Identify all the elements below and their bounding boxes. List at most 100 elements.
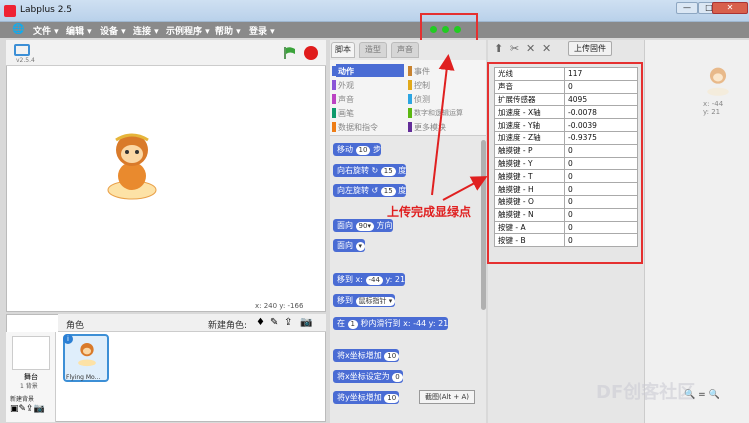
- zoom-reset-icon[interactable]: =: [698, 390, 706, 400]
- sensor-value: 0: [564, 194, 638, 209]
- block-change-x[interactable]: 将x坐标增加 10: [333, 349, 400, 362]
- block-text: 面向: [337, 241, 353, 250]
- sensor-value: 0: [564, 79, 638, 94]
- sensor-value: 0: [564, 207, 638, 222]
- block-glide[interactable]: 在 1 秒内滑行到 x: -44 y: 21: [333, 317, 449, 330]
- mouse-coords: x: 240 y: -166: [255, 302, 304, 310]
- grow-icon[interactable]: ✕: [526, 42, 535, 55]
- menu-login[interactable]: 登录 ▾: [249, 24, 275, 37]
- block-point-towards[interactable]: 面向 ▾: [333, 239, 366, 252]
- upload-sprite-icon[interactable]: ⇪: [284, 317, 292, 328]
- block-change-y[interactable]: 将y坐标增加 10: [333, 391, 400, 404]
- menu-connect[interactable]: 连接 ▾: [133, 24, 159, 37]
- title-bar: Labplus 2.5 — □ ✕: [0, 0, 749, 22]
- block-text: 将y坐标增加: [337, 393, 382, 402]
- sensor-table: 光线 117 声音 0 扩展传感器 4095 加速度 - X轴 -0.0078 加速度 - Y轴…: [494, 67, 638, 248]
- block-input[interactable]: -44: [365, 276, 383, 285]
- sensor-row: 触摸键 - N0: [494, 207, 638, 222]
- new-sprite-label: 新建角色:: [208, 321, 248, 331]
- stage[interactable]: [6, 40, 326, 312]
- sensor-row: 光线 117: [494, 67, 638, 81]
- monkey-thumb-icon: [78, 342, 96, 367]
- sensor-value: 4095: [564, 92, 638, 107]
- block-input[interactable]: 鼠标指针 ▾: [355, 297, 396, 306]
- sensor-row: 触摸键 - H0: [494, 182, 638, 196]
- sensor-name: 触摸键 - O: [494, 194, 565, 209]
- stage-thumbnail-pane[interactable]: 舞台 1 背景 新建背景 ▣✎⇪📷: [6, 332, 56, 422]
- sensor-value: -0.0078: [564, 105, 638, 120]
- paint-sprite-icon[interactable]: ♦: [256, 317, 265, 328]
- backdrop-count: 1 背景: [20, 383, 38, 390]
- block-text: 将x坐标增加: [337, 351, 382, 360]
- screenshot-hint: 截图(Alt + A): [419, 390, 475, 404]
- new-backdrop-label: 新建背景: [10, 396, 35, 403]
- green-flag-icon[interactable]: [283, 46, 297, 60]
- annotation-arrows: [431, 54, 488, 201]
- monkey-sprite[interactable]: [104, 128, 160, 204]
- category-color: [332, 80, 336, 90]
- block-set-x[interactable]: 将x坐标设定为 0: [333, 370, 403, 383]
- status-dot: [442, 26, 449, 33]
- menu-help[interactable]: 帮助 ▾: [215, 24, 241, 37]
- sensor-row: 触摸键 - T0: [494, 169, 638, 184]
- globe-icon[interactable]: 🌐: [12, 24, 24, 35]
- menu-file[interactable]: 文件 ▾: [33, 24, 59, 37]
- stage-thumbnail[interactable]: [12, 336, 50, 370]
- block-text: 在: [337, 319, 345, 328]
- watermark: DF创客社区: [596, 382, 696, 403]
- sensor-name: 触摸键 - Y: [494, 156, 565, 171]
- brush-icon[interactable]: ✎: [270, 317, 278, 328]
- sensor-value: 0: [564, 182, 638, 196]
- sensor-row: 按键 - B0: [494, 233, 638, 248]
- minimize-button[interactable]: —: [676, 2, 698, 14]
- status-dot: [430, 26, 437, 33]
- block-input[interactable]: ▾: [355, 242, 366, 251]
- block-point-direction[interactable]: 面向 90▾ 方向: [333, 219, 393, 232]
- sensor-name: 按键 - B: [494, 233, 565, 248]
- sensor-row: 触摸键 - P0: [494, 143, 638, 158]
- zoom-out-icon[interactable]: 🔍: [684, 390, 695, 400]
- app-icon: [4, 5, 16, 17]
- block-go-to[interactable]: 移到 鼠标指针 ▾: [333, 294, 396, 307]
- stop-button[interactable]: [304, 46, 318, 60]
- block-input[interactable]: 10: [384, 394, 400, 403]
- block-go-to-xy[interactable]: 移到 x: -44 y: 21: [333, 273, 406, 286]
- menu-examples[interactable]: 示例程序 ▾: [166, 24, 210, 37]
- delete-icon[interactable]: ✂: [510, 42, 519, 55]
- sprite-preview-icon: [707, 67, 729, 96]
- menu-bar: 🌐 文件 ▾ 编辑 ▾ 设备 ▾ 连接 ▾ 示例程序 ▾ 帮助 ▾ 登录 ▾: [0, 22, 749, 38]
- block-input[interactable]: 90▾: [355, 222, 374, 231]
- info-icon[interactable]: i: [63, 334, 73, 344]
- sprite-name: Flying Mo...: [66, 374, 101, 381]
- zoom-in-icon[interactable]: 🔍: [709, 390, 720, 400]
- fullscreen-icon[interactable]: [14, 44, 30, 56]
- block-input[interactable]: 1: [347, 320, 359, 329]
- sensor-value: -0.0039: [564, 118, 638, 132]
- sensor-row: 声音 0: [494, 79, 638, 94]
- block-text: 面向: [337, 221, 353, 230]
- upload-firmware-button[interactable]: 上传固件: [568, 41, 612, 56]
- block-input[interactable]: 10: [384, 352, 400, 361]
- sensor-name: 扩展传感器: [494, 92, 565, 107]
- sensor-value: 0: [564, 233, 638, 248]
- close-button[interactable]: ✕: [712, 2, 748, 14]
- block-text: 方向: [376, 221, 393, 230]
- sensor-name: 触摸键 - H: [494, 182, 565, 196]
- stage-header: v2.5.4: [6, 40, 326, 66]
- sensor-name: 触摸键 - P: [494, 143, 565, 158]
- menu-edit[interactable]: 编辑 ▾: [66, 24, 92, 37]
- sensor-row: 触摸键 - O0: [494, 194, 638, 209]
- sprite-thumbnail[interactable]: i Flying Mo...: [63, 334, 109, 382]
- sensor-row: 触摸键 - Y0: [494, 156, 638, 171]
- shrink-icon[interactable]: ✕: [542, 42, 551, 55]
- camera-icon[interactable]: 📷: [300, 317, 312, 328]
- sensor-name: 触摸键 - T: [494, 169, 565, 184]
- backdrop-tools-icon[interactable]: ▣✎⇪📷: [10, 404, 45, 414]
- block-input[interactable]: 0: [392, 373, 403, 382]
- sprite-x: x: -44: [703, 100, 724, 108]
- sensor-value: 0: [564, 169, 638, 184]
- sprite-position: x: -44 y: 21: [703, 100, 723, 116]
- sensor-row: 按键 - A0: [494, 220, 638, 235]
- menu-device[interactable]: 设备 ▾: [100, 24, 126, 37]
- sensor-name: 光线: [494, 67, 565, 81]
